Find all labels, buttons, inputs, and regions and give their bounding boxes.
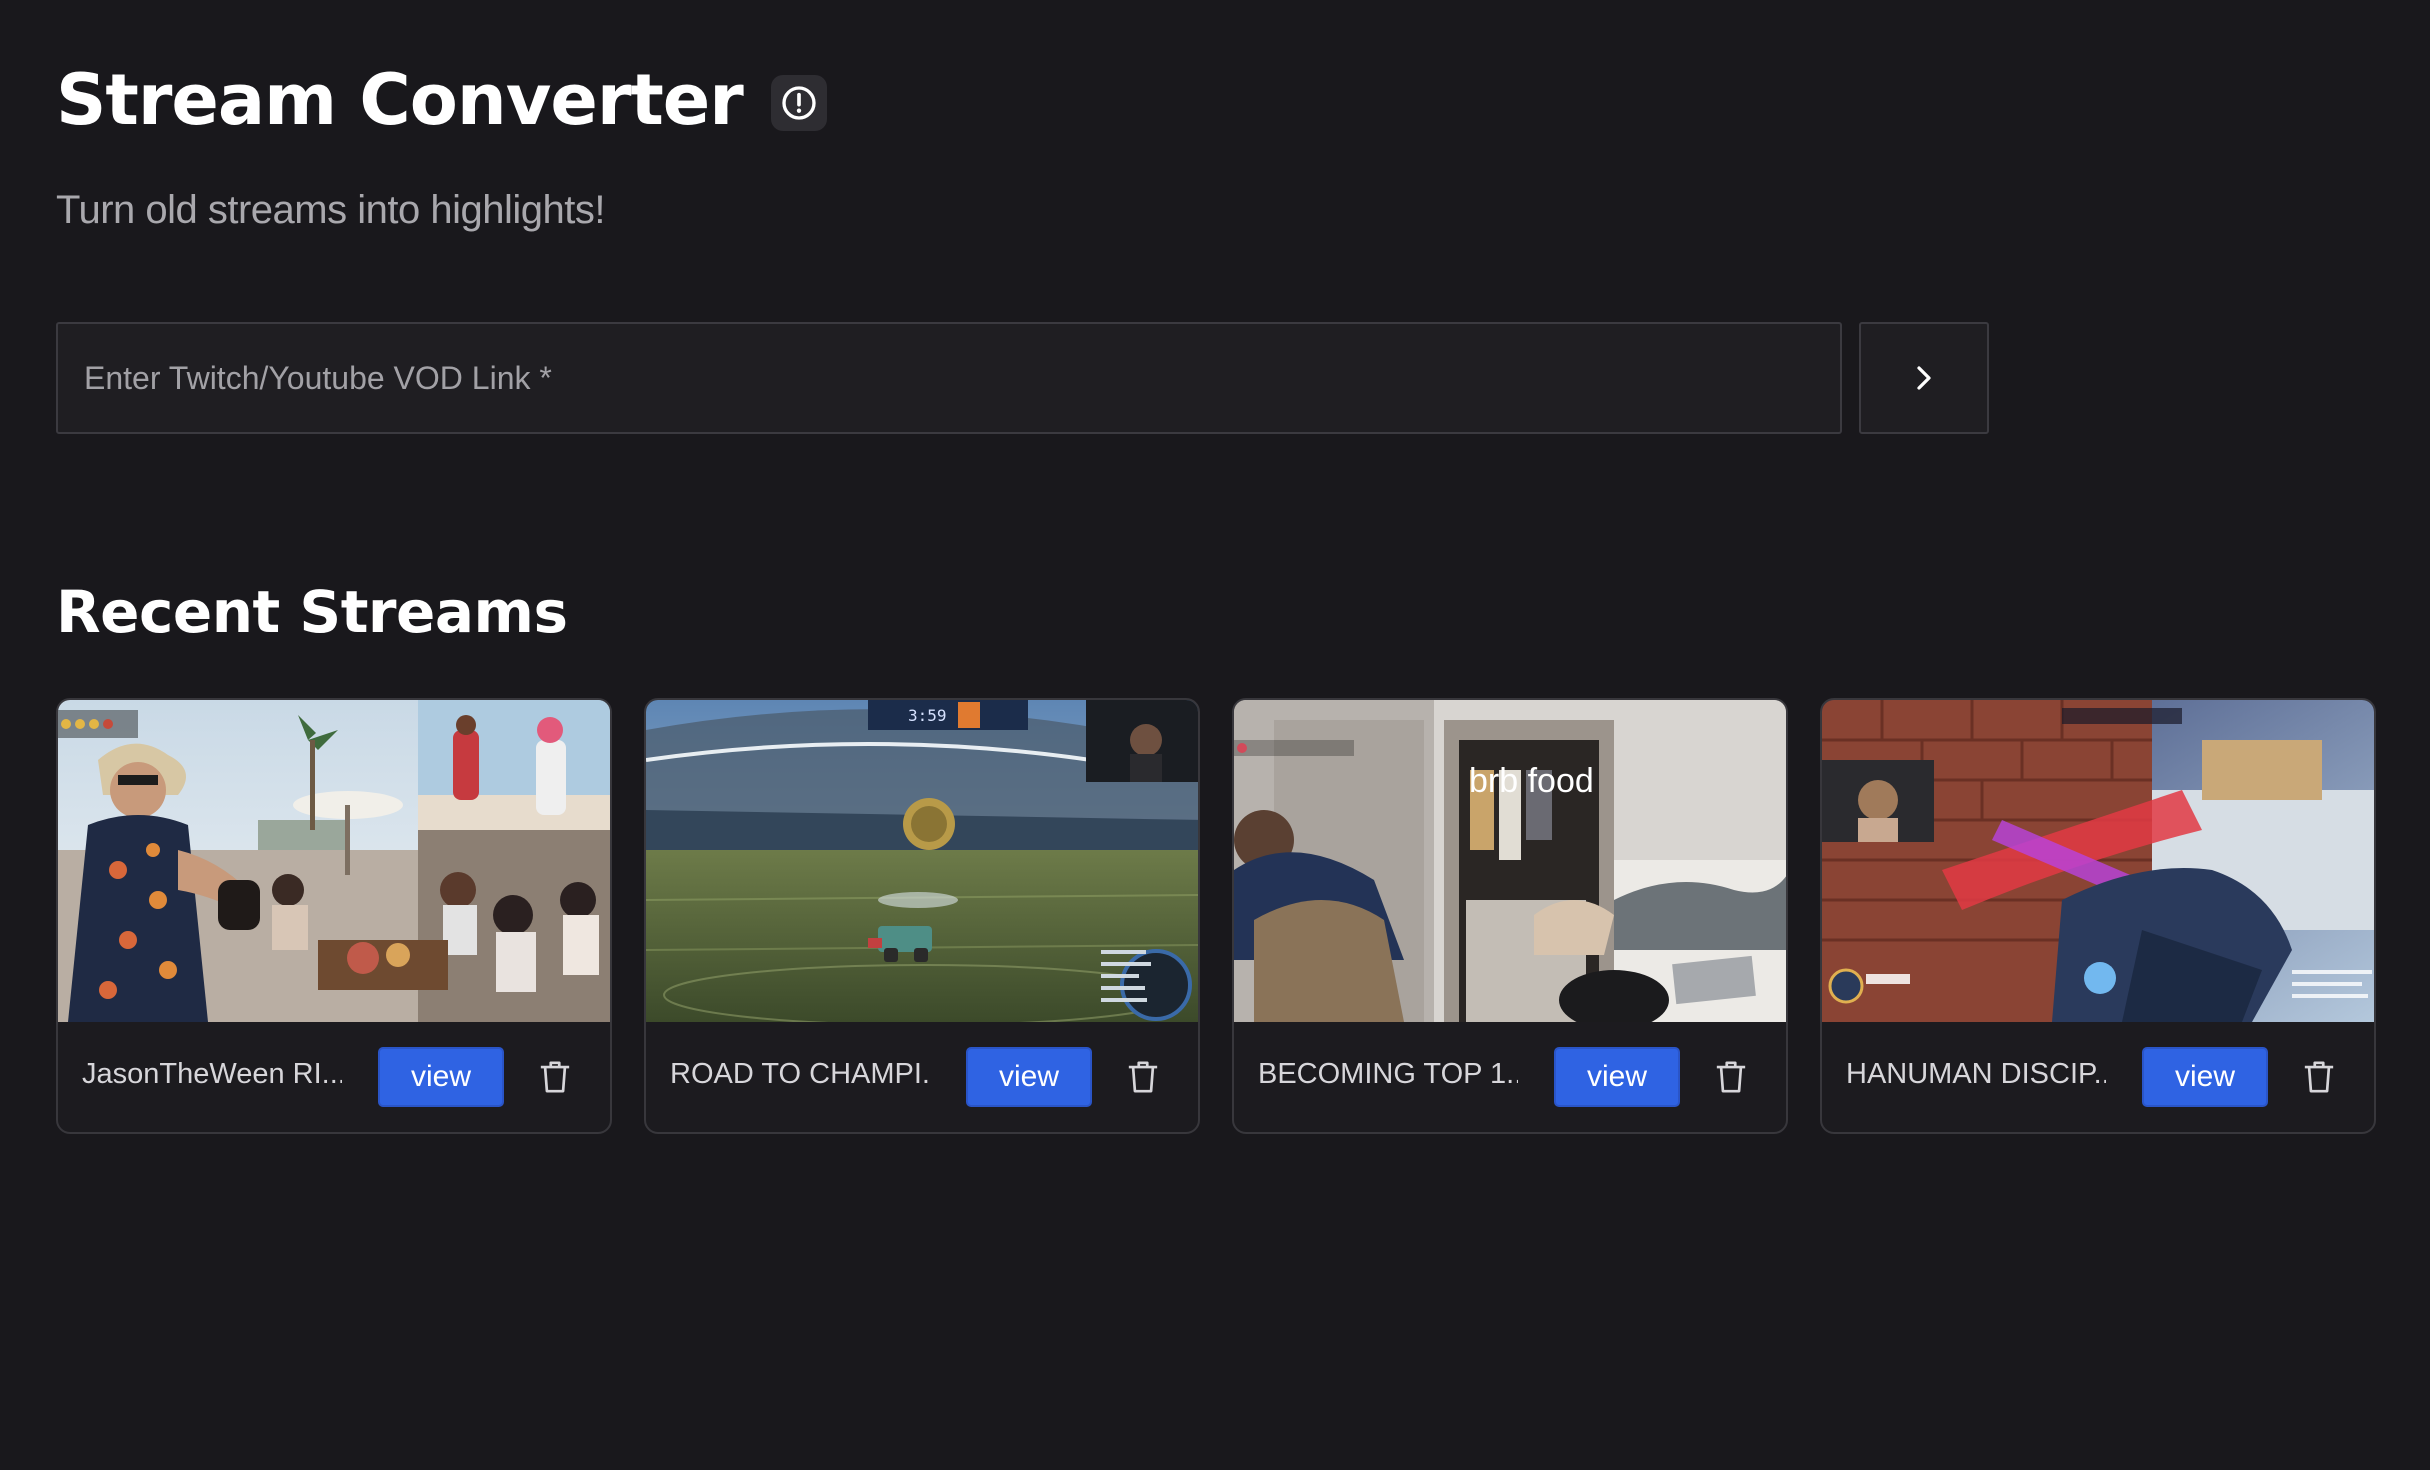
page: Stream Converter Turn old streams into h…	[0, 0, 2430, 1470]
stream-thumbnail[interactable]: 3:59	[646, 700, 1198, 1022]
stream-title: JasonTheWeen RI...	[82, 1058, 342, 1090]
page-title: Stream Converter	[56, 59, 744, 141]
stream-card: JasonTheWeen RI... view	[56, 698, 612, 1134]
recent-streams-heading: Recent Streams	[56, 578, 568, 646]
stream-title: ROAD TO CHAMPI...	[670, 1058, 930, 1090]
stream-thumbnail[interactable]: brb food	[1234, 700, 1786, 1022]
stream-card: brb food BECOMING TOP 1... view	[1232, 698, 1788, 1134]
stream-title: HANUMAN DISCIP...	[1846, 1058, 2106, 1090]
stream-thumbnail-image	[1822, 700, 2374, 1022]
stream-thumbnail-image: 3:59	[646, 700, 1198, 1022]
stream-title: BECOMING TOP 1...	[1258, 1058, 1518, 1090]
header: Stream Converter	[56, 52, 827, 148]
stream-card-footer: JasonTheWeen RI... view	[58, 1022, 610, 1132]
page-subtitle: Turn old streams into highlights!	[56, 188, 605, 232]
trash-icon[interactable]	[2302, 1058, 2336, 1096]
stream-thumbnail[interactable]	[58, 700, 610, 1022]
info-circle-icon	[782, 86, 816, 120]
vod-link-input[interactable]	[56, 322, 1842, 434]
submit-button[interactable]	[1859, 322, 1989, 434]
trash-icon[interactable]	[538, 1058, 572, 1096]
stream-thumbnail-image: brb food	[1234, 700, 1786, 1022]
stream-card: HANUMAN DISCIP... view	[1820, 698, 2376, 1134]
view-button[interactable]: view	[378, 1047, 504, 1107]
stream-card-footer: HANUMAN DISCIP... view	[1822, 1022, 2374, 1132]
trash-icon[interactable]	[1714, 1058, 1748, 1096]
stream-thumbnail[interactable]	[1822, 700, 2374, 1022]
stream-card-footer: ROAD TO CHAMPI... view	[646, 1022, 1198, 1132]
overlay-text: brb food	[1469, 762, 1594, 800]
stream-card-footer: BECOMING TOP 1... view	[1234, 1022, 1786, 1132]
view-button[interactable]: view	[1554, 1047, 1680, 1107]
view-button[interactable]: view	[966, 1047, 1092, 1107]
stream-thumbnail-image	[58, 700, 610, 1022]
view-button[interactable]: view	[2142, 1047, 2268, 1107]
chevron-right-icon	[1917, 366, 1931, 390]
info-button[interactable]	[770, 75, 827, 131]
trash-icon[interactable]	[1126, 1058, 1160, 1096]
stream-card: 3:59 ROAD TO CHAMPI... view	[644, 698, 1200, 1134]
game-score-overlay: 3:59	[908, 706, 947, 725]
